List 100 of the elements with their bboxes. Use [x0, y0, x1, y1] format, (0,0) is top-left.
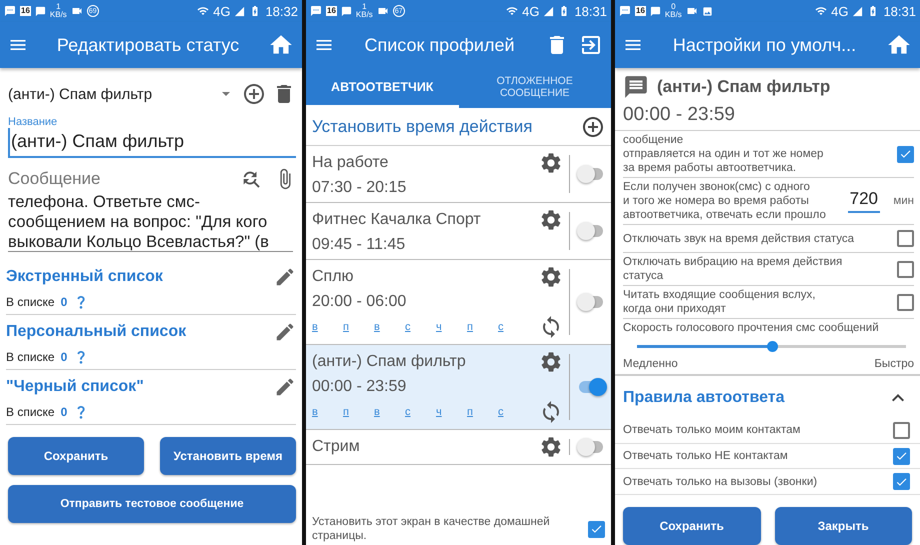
weekday-link[interactable]: ч: [436, 321, 467, 333]
exit-icon[interactable]: [579, 33, 603, 57]
weekday-link[interactable]: с: [498, 406, 529, 418]
screen-title: Редактировать статус: [56, 34, 240, 56]
action-button[interactable]: Установить время: [160, 437, 296, 475]
checkbox[interactable]: [897, 146, 914, 162]
screen-title: Список профилей: [363, 34, 516, 56]
action-button[interactable]: Сохранить: [623, 507, 760, 545]
count-label: В списке: [6, 295, 55, 309]
weekday-link[interactable]: п: [467, 321, 498, 333]
pencil-icon[interactable]: [274, 266, 296, 288]
action-button[interactable]: Сохранить: [8, 437, 144, 475]
gear-icon[interactable]: [539, 265, 563, 289]
toggle-switch[interactable]: [578, 296, 602, 308]
profile-name: (анти-) Спам фильтр: [657, 77, 830, 97]
chat-icon: [340, 6, 352, 16]
message-input[interactable]: телефона. Ответьте смс-сообщением на вопрос: "Для кого выковали Кольцо Всевластья?" (в: [8, 192, 293, 252]
count-label: В списке: [6, 350, 55, 364]
count-label: В списке: [6, 405, 55, 419]
weekday-link[interactable]: п: [343, 321, 374, 333]
speed-unit: KB/s: [664, 11, 682, 19]
minutes-input[interactable]: 720: [848, 189, 880, 213]
action-button[interactable]: Закрыть: [774, 507, 912, 545]
message-icon: [310, 5, 322, 17]
pencil-icon[interactable]: [274, 321, 296, 343]
add-icon[interactable]: [581, 114, 605, 138]
list-title: "Черный список": [6, 378, 144, 396]
wifi-icon: [197, 5, 210, 17]
toggle-switch[interactable]: [578, 168, 602, 180]
weekday-link[interactable]: в: [312, 406, 343, 418]
profile-name: На работе: [312, 154, 388, 172]
profile-name: Стрим: [312, 438, 360, 456]
weekday-link[interactable]: с: [405, 406, 436, 418]
signal-icon: [234, 6, 246, 16]
weekday-link[interactable]: п: [467, 406, 498, 418]
checkbox[interactable]: [897, 260, 914, 278]
profile-name: (анти-) Спам фильтр: [312, 353, 466, 371]
checkbox[interactable]: [893, 448, 910, 464]
profile-time: 00:00 - 23:59: [312, 378, 408, 396]
slider-max-label: Быстро: [874, 358, 914, 370]
image-icon: [702, 6, 713, 16]
screen-title: Настройки по умолч...: [672, 34, 858, 56]
network-type: 4G: [831, 4, 848, 18]
name-input[interactable]: (анти-) Спам фильтр: [8, 128, 296, 158]
pencil-icon[interactable]: [274, 376, 296, 398]
setting-label: Отключать звук на время действия статуса: [623, 232, 856, 246]
profile-row[interactable]: (анти-) Спам фильтр 00:00 - 23:59 в п в с ч п с: [306, 345, 611, 430]
profile-name: Фитнес Качалка Спорт: [312, 211, 481, 229]
add-icon[interactable]: [242, 82, 266, 106]
video-icon: [686, 5, 698, 17]
gear-icon[interactable]: [539, 151, 563, 175]
speed-value: 1: [362, 3, 367, 11]
profile-dropdown[interactable]: (анти-) Спам фильтр: [8, 86, 236, 102]
gear-icon[interactable]: [539, 435, 563, 459]
wifi-icon: [815, 5, 828, 17]
toggle-switch[interactable]: [578, 441, 602, 453]
count-value: 0: [60, 405, 68, 419]
home-option-label: Установить этот экран в качестве домашней страницы.: [312, 515, 551, 543]
send-test-button[interactable]: Отправить тестовое сообщение: [8, 485, 296, 523]
speed-value: 1: [56, 3, 61, 11]
network-type: 4G: [522, 4, 540, 18]
checkbox[interactable]: [897, 230, 914, 247]
profile-time: 09:45 - 11:45: [312, 236, 406, 254]
rule-label: Отвечать только на вызовы (звонки): [623, 474, 818, 489]
signal-icon: [852, 6, 864, 16]
tab[interactable]: АВТООТВЕТЧИК: [306, 68, 458, 108]
weekday-link[interactable]: в: [374, 321, 405, 333]
unit-label: мин: [892, 195, 914, 207]
weekday-link[interactable]: ч: [436, 406, 467, 418]
weekday-link[interactable]: в: [374, 406, 405, 418]
field-label: Сообщение: [8, 169, 102, 189]
checkbox[interactable]: [897, 294, 914, 310]
count-value: 0: [60, 295, 68, 309]
gear-icon[interactable]: [539, 208, 563, 232]
gear-icon[interactable]: [539, 350, 563, 374]
profile-time: 07:30 - 20:15: [312, 179, 408, 197]
caret-icon: [222, 92, 230, 96]
chat-icon: [650, 6, 661, 16]
speed-unit: KB/s: [356, 11, 373, 19]
set-time-link[interactable]: Установить время действия: [312, 116, 532, 136]
weekday-link[interactable]: в: [312, 321, 343, 333]
tab[interactable]: ОТЛОЖЕННОЕ СООБЩЕНИЕ: [458, 68, 611, 108]
setting-label: Если получен звонок(смс) с одного и того же номера во время работы автоответчика, отвечать если прошло: [623, 180, 827, 222]
weekday-link[interactable]: с: [405, 321, 436, 333]
signal-icon: [543, 6, 554, 16]
video-icon: [70, 5, 83, 17]
toggle-switch[interactable]: [578, 225, 602, 237]
checkbox[interactable]: [588, 520, 605, 538]
calendar-icon: 16: [20, 6, 31, 16]
profile-name: Сплю: [312, 268, 354, 286]
message-icon: [619, 5, 631, 17]
checkbox[interactable]: [893, 422, 910, 439]
list-title: Персональный список: [6, 323, 186, 341]
clock: 18:31: [883, 4, 916, 18]
weekday-link[interactable]: с: [498, 321, 529, 333]
profile-time: 20:00 - 06:00: [312, 293, 408, 311]
weekday-link[interactable]: п: [343, 406, 374, 418]
checkbox[interactable]: [893, 473, 910, 490]
setting-label: Отключать вибрацию на время действия статуса: [623, 255, 844, 283]
message-icon: [4, 5, 16, 17]
